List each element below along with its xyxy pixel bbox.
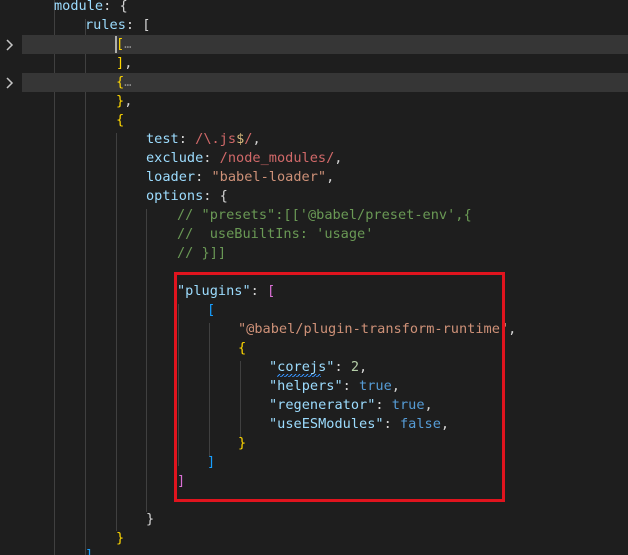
fold-ellipsis[interactable]: … <box>124 75 131 89</box>
code-line[interactable]: // "presets":[['@babel/preset-env',{ <box>0 206 628 225</box>
token-punct: : { <box>203 188 228 204</box>
code-line[interactable]: } <box>0 510 628 529</box>
token-punct: , <box>326 169 335 185</box>
text-cursor <box>115 36 117 53</box>
token-regex: \.js <box>203 131 237 147</box>
token-bracket: [ <box>116 36 125 52</box>
token-key: exclude <box>146 150 204 166</box>
token-punct: : <box>178 131 196 147</box>
token-punct: , <box>252 131 261 147</box>
token-bracket: } <box>116 93 125 109</box>
code-line[interactable]: options: { <box>0 187 628 206</box>
token-bracket: ] <box>116 55 125 71</box>
chevron-right-icon[interactable] <box>5 73 15 92</box>
code-line[interactable]: }, <box>0 92 628 111</box>
token-punct: : <box>195 169 212 185</box>
code-line[interactable]: // }]] <box>0 244 628 263</box>
fold-ellipsis[interactable]: … <box>124 37 131 51</box>
chevron-right-icon[interactable] <box>5 35 15 54</box>
token-punct: , <box>124 55 133 71</box>
code-line[interactable]: test: /\.js$/, <box>0 130 628 149</box>
token-bracket: { <box>116 112 125 128</box>
token-comment: // }]] <box>177 245 227 261</box>
token-bracket: } <box>116 530 125 546</box>
code-line[interactable]: rules: [ <box>0 16 628 35</box>
token-key: loader <box>146 169 196 185</box>
token-bracket: { <box>116 74 125 90</box>
token-key: test <box>146 131 179 147</box>
code-line[interactable]: ], <box>0 54 628 73</box>
token-key: rules <box>85 17 126 33</box>
token-punct: : [ <box>125 17 151 33</box>
token-comment: // "presets":[['@babel/preset-env',{ <box>177 207 472 223</box>
code-line[interactable]: exclude: /node_modules/, <box>0 149 628 168</box>
token-punct: : <box>203 150 220 166</box>
code-line-folded[interactable]: {… <box>22 73 628 92</box>
token-key: options <box>146 188 204 204</box>
token-bracket: } <box>146 511 155 527</box>
token-punct: , <box>334 150 343 166</box>
code-line[interactable]: { <box>0 111 628 130</box>
token-string: "babel-loader" <box>211 169 327 185</box>
token-bracket: ] <box>85 547 94 555</box>
token-punct: , <box>124 93 133 109</box>
token-key: module <box>54 0 104 14</box>
token-regex: /node_modules/ <box>219 150 335 166</box>
token-punct: : { <box>103 0 128 14</box>
token-comment: // useBuiltIns: 'usage' <box>177 226 374 242</box>
code-line[interactable]: module: { <box>0 0 628 16</box>
code-line[interactable]: loader: "babel-loader", <box>0 168 628 187</box>
code-line-folded[interactable]: [… <box>22 35 628 54</box>
highlight-annotation-box <box>174 272 505 502</box>
code-line[interactable]: ] <box>0 546 628 555</box>
code-editor[interactable]: module: { rules: [ [… ], {… }, { test: /… <box>0 0 628 555</box>
code-line[interactable]: // useBuiltIns: 'usage' <box>0 225 628 244</box>
token-punct: , <box>508 321 517 337</box>
